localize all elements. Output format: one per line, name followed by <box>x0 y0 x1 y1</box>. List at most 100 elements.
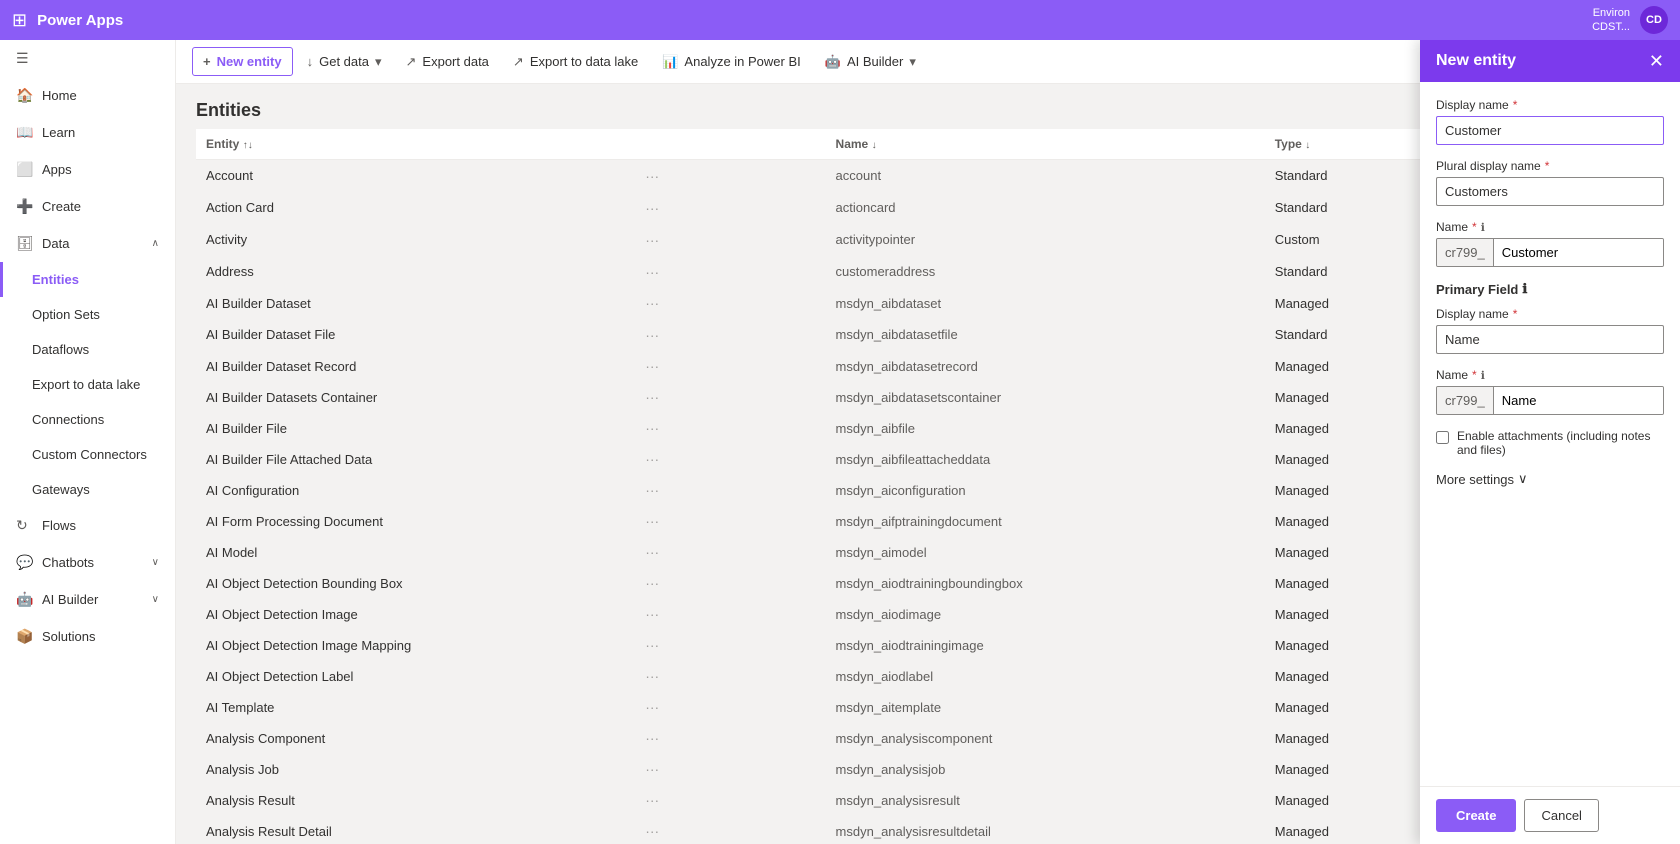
cell-name: msdyn_aiodtrainingimage <box>826 630 1265 661</box>
ai-builder-toolbar-icon: 🤖 <box>825 54 841 70</box>
sidebar-item-home[interactable]: 🏠 Home <box>0 77 175 114</box>
cell-entity: Analysis Result <box>196 785 635 816</box>
cell-dots[interactable]: ··· <box>635 224 825 256</box>
export-data-button[interactable]: ↗ Export data <box>396 48 499 76</box>
sidebar-item-flows[interactable]: ↻ Flows <box>0 507 175 544</box>
enable-attachments-checkbox[interactable] <box>1436 431 1449 444</box>
pf-name-required: * <box>1472 368 1477 382</box>
cell-entity: AI Builder Dataset Record <box>196 351 635 382</box>
cell-dots[interactable]: ··· <box>635 537 825 568</box>
cell-dots[interactable]: ··· <box>635 382 825 413</box>
sidebar-item-entities[interactable]: Entities <box>0 262 175 297</box>
sidebar-item-connections[interactable]: Connections <box>0 402 175 437</box>
cell-dots[interactable]: ··· <box>635 256 825 288</box>
sidebar-item-option-sets[interactable]: Option Sets <box>0 297 175 332</box>
cell-entity: AI Object Detection Image Mapping <box>196 630 635 661</box>
cell-dots[interactable]: ··· <box>635 692 825 723</box>
enable-attachments-row: Enable attachments (including notes and … <box>1436 429 1664 457</box>
cell-dots[interactable]: ··· <box>635 630 825 661</box>
name-info-icon[interactable]: ℹ <box>1481 221 1485 234</box>
cell-dots[interactable]: ··· <box>635 754 825 785</box>
sidebar-item-chatbots[interactable]: 💬 Chatbots ∨ <box>0 544 175 581</box>
cell-dots[interactable]: ··· <box>635 319 825 351</box>
panel-close-button[interactable]: ✕ <box>1649 52 1664 70</box>
sidebar-item-apps[interactable]: ⬜ Apps <box>0 151 175 188</box>
pf-name-info-icon[interactable]: ℹ <box>1481 369 1485 382</box>
pf-name-group: Name * ℹ cr799_ <box>1436 368 1664 415</box>
display-name-input[interactable] <box>1436 116 1664 145</box>
grid-icon[interactable]: ⊞ <box>12 10 27 31</box>
cell-name: msdyn_aibfileattacheddata <box>826 444 1265 475</box>
sidebar-item-custom-connectors[interactable]: Custom Connectors <box>0 437 175 472</box>
sidebar-label-learn: Learn <box>42 125 75 140</box>
col-header-entity[interactable]: Entity ↑↓ <box>196 129 635 160</box>
enable-attachments-label[interactable]: Enable attachments (including notes and … <box>1457 429 1664 457</box>
cell-name: msdyn_analysisresultdetail <box>826 816 1265 844</box>
topbar: ⊞ Power Apps EnvironCDST... CD <box>0 0 1680 40</box>
hamburger-menu[interactable]: ☰ <box>0 40 175 77</box>
export-data-label: Export data <box>422 54 489 69</box>
plural-display-name-input[interactable] <box>1436 177 1664 206</box>
analyze-powerbi-button[interactable]: 📊 Analyze in Power BI <box>652 48 811 76</box>
cell-dots[interactable]: ··· <box>635 568 825 599</box>
cell-entity: AI Object Detection Image <box>196 599 635 630</box>
get-data-button[interactable]: ↓ Get data ▾ <box>297 48 392 76</box>
name-input[interactable] <box>1494 239 1664 266</box>
sidebar-item-dataflows[interactable]: Dataflows <box>0 332 175 367</box>
cell-dots[interactable]: ··· <box>635 351 825 382</box>
cell-entity: Activity <box>196 224 635 256</box>
cell-entity: Analysis Component <box>196 723 635 754</box>
cell-entity: AI Builder Datasets Container <box>196 382 635 413</box>
avatar[interactable]: CD <box>1640 6 1668 34</box>
cell-dots[interactable]: ··· <box>635 475 825 506</box>
cancel-button[interactable]: Cancel <box>1524 799 1598 832</box>
sidebar-item-export-data-lake[interactable]: Export to data lake <box>0 367 175 402</box>
sidebar-item-learn[interactable]: 📖 Learn <box>0 114 175 151</box>
name-group: Name * ℹ cr799_ <box>1436 220 1664 267</box>
pf-display-name-input[interactable] <box>1436 325 1664 354</box>
cell-dots[interactable]: ··· <box>635 160 825 192</box>
pf-display-name-group: Display name * <box>1436 307 1664 354</box>
cell-entity: AI Model <box>196 537 635 568</box>
sidebar-label-connections: Connections <box>32 412 104 427</box>
cell-dots[interactable]: ··· <box>635 723 825 754</box>
apps-icon: ⬜ <box>16 161 32 178</box>
pf-name-input[interactable] <box>1494 387 1664 414</box>
new-entity-button[interactable]: + New entity <box>192 47 293 76</box>
cell-dots[interactable]: ··· <box>635 413 825 444</box>
sidebar-item-create[interactable]: ➕ Create <box>0 188 175 225</box>
ai-builder-chevron-icon: ∨ <box>152 594 159 605</box>
col-header-name[interactable]: Name ↓ <box>826 129 1265 160</box>
cell-dots[interactable]: ··· <box>635 816 825 844</box>
cell-entity: AI Object Detection Label <box>196 661 635 692</box>
more-settings-button[interactable]: More settings ∨ <box>1436 471 1528 487</box>
create-button[interactable]: Create <box>1436 799 1516 832</box>
sidebar-item-gateways[interactable]: Gateways <box>0 472 175 507</box>
sidebar-label-flows: Flows <box>42 518 76 533</box>
display-name-required: * <box>1513 98 1518 112</box>
sidebar-label-home: Home <box>42 88 77 103</box>
cell-dots[interactable]: ··· <box>635 192 825 224</box>
sidebar-item-data[interactable]: 🗄 Data ∧ <box>0 225 175 262</box>
export-data-lake-button[interactable]: ↗ Export to data lake <box>503 48 648 76</box>
sidebar-item-solutions[interactable]: 📦 Solutions <box>0 618 175 655</box>
cell-entity: AI Builder Dataset File <box>196 319 635 351</box>
sidebar-label-ai-builder: AI Builder <box>42 592 98 607</box>
cell-dots[interactable]: ··· <box>635 661 825 692</box>
cell-dots[interactable]: ··· <box>635 785 825 816</box>
primary-field-info-icon[interactable]: ℹ <box>1522 281 1527 297</box>
name-prefix-input-group: cr799_ <box>1436 238 1664 267</box>
ai-builder-button[interactable]: 🤖 AI Builder ▾ <box>815 48 926 76</box>
plural-display-name-required: * <box>1545 159 1550 173</box>
get-data-label: Get data <box>319 54 369 69</box>
sidebar: ☰ 🏠 Home 📖 Learn ⬜ Apps ➕ Create 🗄 Data … <box>0 40 176 844</box>
cell-dots[interactable]: ··· <box>635 506 825 537</box>
panel-body: Display name * Plural display name * <box>1420 82 1680 786</box>
cell-dots[interactable]: ··· <box>635 444 825 475</box>
cell-name: customeraddress <box>826 256 1265 288</box>
data-icon: 🗄 <box>16 235 32 252</box>
cell-name: msdyn_analysisresult <box>826 785 1265 816</box>
cell-dots[interactable]: ··· <box>635 599 825 630</box>
cell-dots[interactable]: ··· <box>635 288 825 319</box>
sidebar-item-ai-builder[interactable]: 🤖 AI Builder ∨ <box>0 581 175 618</box>
